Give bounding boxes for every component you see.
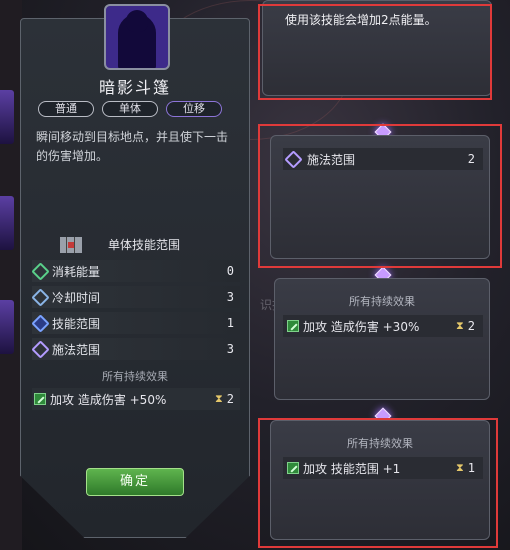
cast-range-icon	[31, 339, 50, 359]
skill-description: 瞬间移动到目标地点，并且使下一击的伤害增加。	[36, 130, 229, 163]
stat-value: 1	[226, 316, 234, 330]
effect-text: 加攻 造成伤害 +50%	[50, 392, 167, 407]
tag-single-target: 单体	[102, 101, 158, 117]
character-thumbnail[interactable]	[0, 90, 14, 144]
hourglass-icon: ⧗	[456, 319, 464, 332]
skill-name: 暗影斗篷	[98, 78, 171, 97]
stat-value: 3	[226, 290, 234, 304]
stat-label: 技能范围	[52, 316, 101, 331]
attack-up-icon	[34, 393, 46, 405]
effects-heading: 所有持续效果	[102, 370, 168, 383]
skill-range-icon	[31, 313, 50, 333]
stat-label: 消耗能量	[52, 264, 101, 279]
hourglass-icon: ⧗	[215, 392, 223, 405]
stat-label: 冷却时间	[52, 290, 101, 305]
range-title: 单体技能范围	[108, 238, 181, 252]
range-grid-icon	[60, 236, 82, 253]
tag-normal: 普通	[38, 101, 94, 117]
stat-row-skill-range: 技能范围 1	[31, 312, 240, 334]
highlight-box	[258, 124, 502, 268]
attack-up-icon	[287, 320, 299, 332]
character-thumbnail[interactable]	[0, 300, 14, 354]
highlight-box	[258, 4, 492, 100]
skill-range-header: 单体技能范围	[60, 236, 180, 253]
skill-tags: 普通 单体 位移	[38, 101, 222, 117]
effect-card-row: 加攻 造成伤害 +30% ⧗ 2	[283, 315, 483, 337]
cloak-hood-icon	[126, 10, 148, 32]
stat-value: 0	[226, 264, 234, 278]
effect-card-heading: 所有持续效果	[349, 295, 415, 308]
highlight-box	[258, 418, 498, 548]
stat-row-cooldown: 冷却时间 3	[31, 286, 240, 308]
character-thumbnail[interactable]	[0, 196, 14, 250]
left-character-strip	[0, 0, 22, 550]
effect-row: 加攻 造成伤害 +50% ⧗ 2	[32, 388, 240, 410]
stat-row-energy: 消耗能量 0	[31, 260, 240, 282]
skill-icon	[104, 4, 170, 70]
cooldown-icon	[31, 287, 50, 307]
effect-duration: 2	[226, 392, 234, 406]
stat-value: 3	[226, 342, 234, 356]
stat-label: 施法范围	[52, 342, 101, 357]
effect-duration: 2	[467, 319, 475, 333]
confirm-button[interactable]: 确定	[86, 468, 184, 496]
effect-text: 加攻 造成伤害 +30%	[303, 319, 420, 334]
tag-movement: 位移	[166, 101, 222, 117]
effect-card-1: 所有持续效果 加攻 造成伤害 +30% ⧗ 2	[274, 278, 490, 400]
energy-icon	[31, 261, 50, 281]
stat-row-cast-range: 施法范围 3	[31, 338, 240, 360]
